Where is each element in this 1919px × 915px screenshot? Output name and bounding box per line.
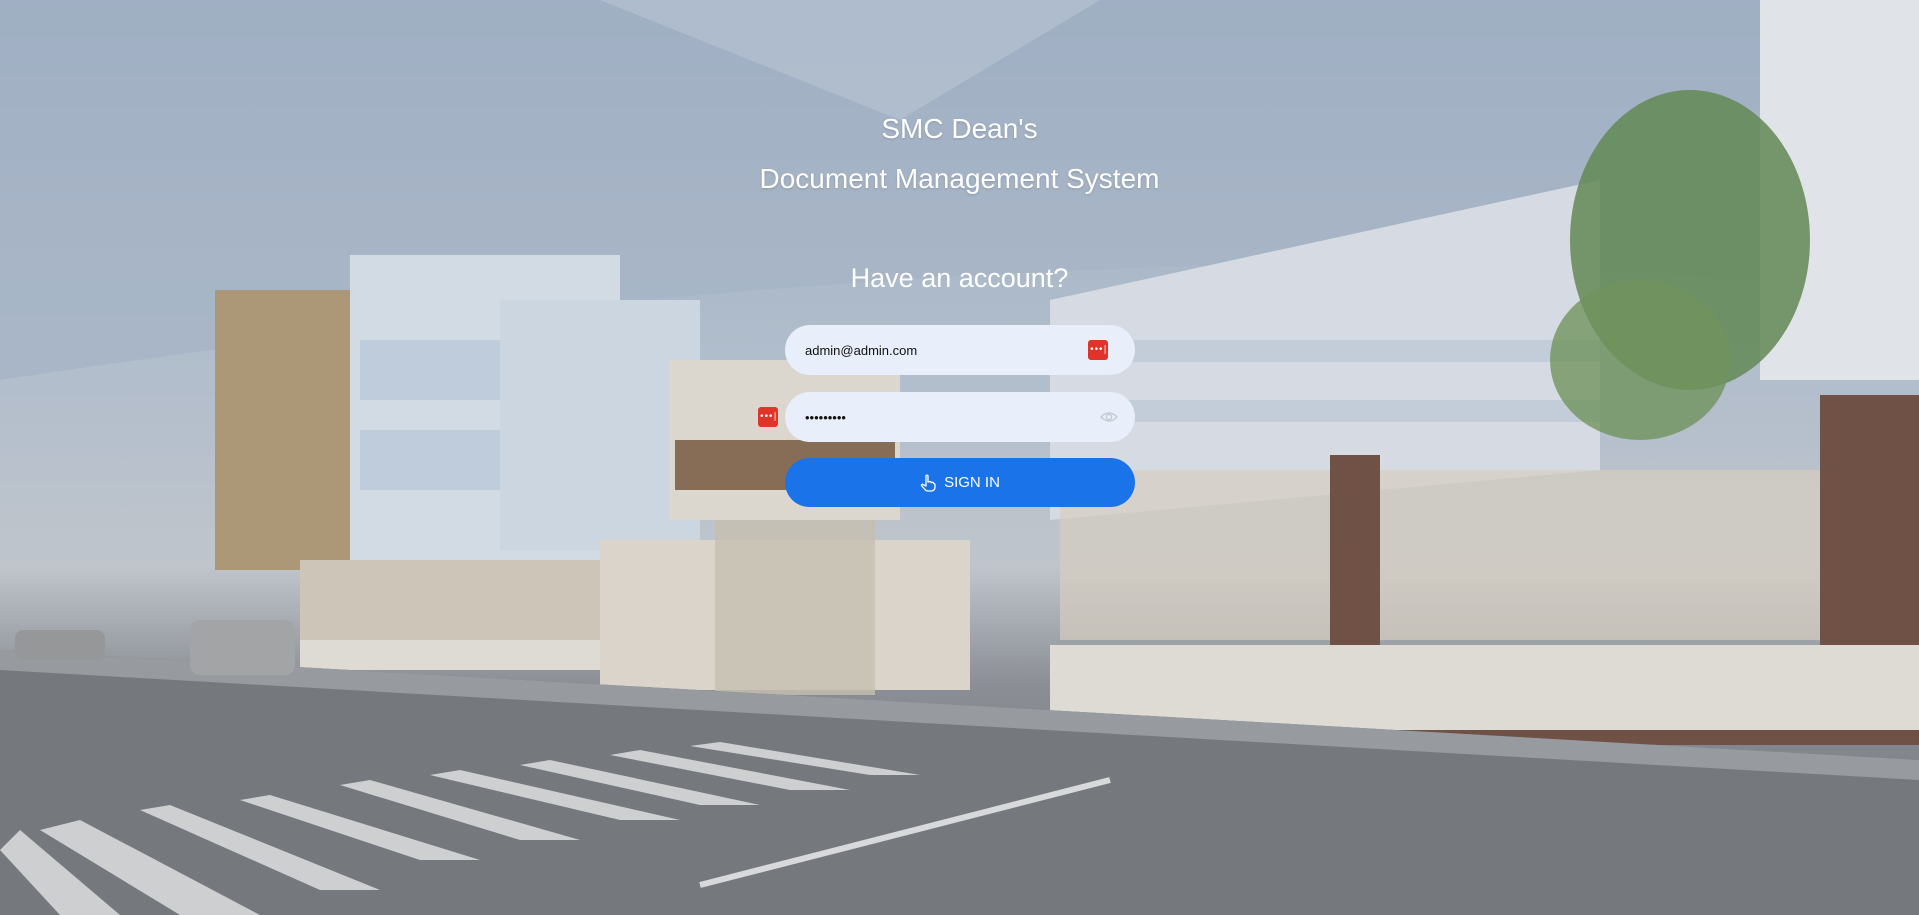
password-field-wrapper [785, 392, 1135, 442]
sign-in-label: SIGN IN [944, 474, 1000, 491]
email-field-wrapper [785, 325, 1135, 375]
app-title-line1: SMC Dean's [881, 113, 1038, 144]
password-manager-icon[interactable]: •••| [1088, 340, 1108, 360]
password-field[interactable] [805, 392, 1065, 442]
email-field[interactable] [805, 325, 1065, 375]
hand-pointer-icon [920, 473, 936, 492]
eye-icon[interactable] [1100, 409, 1118, 425]
login-page: SMC Dean's Document Management System Ha… [0, 0, 1919, 915]
sign-in-button[interactable]: SIGN IN [785, 458, 1135, 507]
login-panel: SMC Dean's Document Management System Ha… [0, 0, 1919, 915]
login-prompt: Have an account? [850, 263, 1069, 293]
app-title-line2: Document Management System [759, 163, 1160, 194]
password-manager-icon[interactable]: •••| [758, 407, 778, 427]
